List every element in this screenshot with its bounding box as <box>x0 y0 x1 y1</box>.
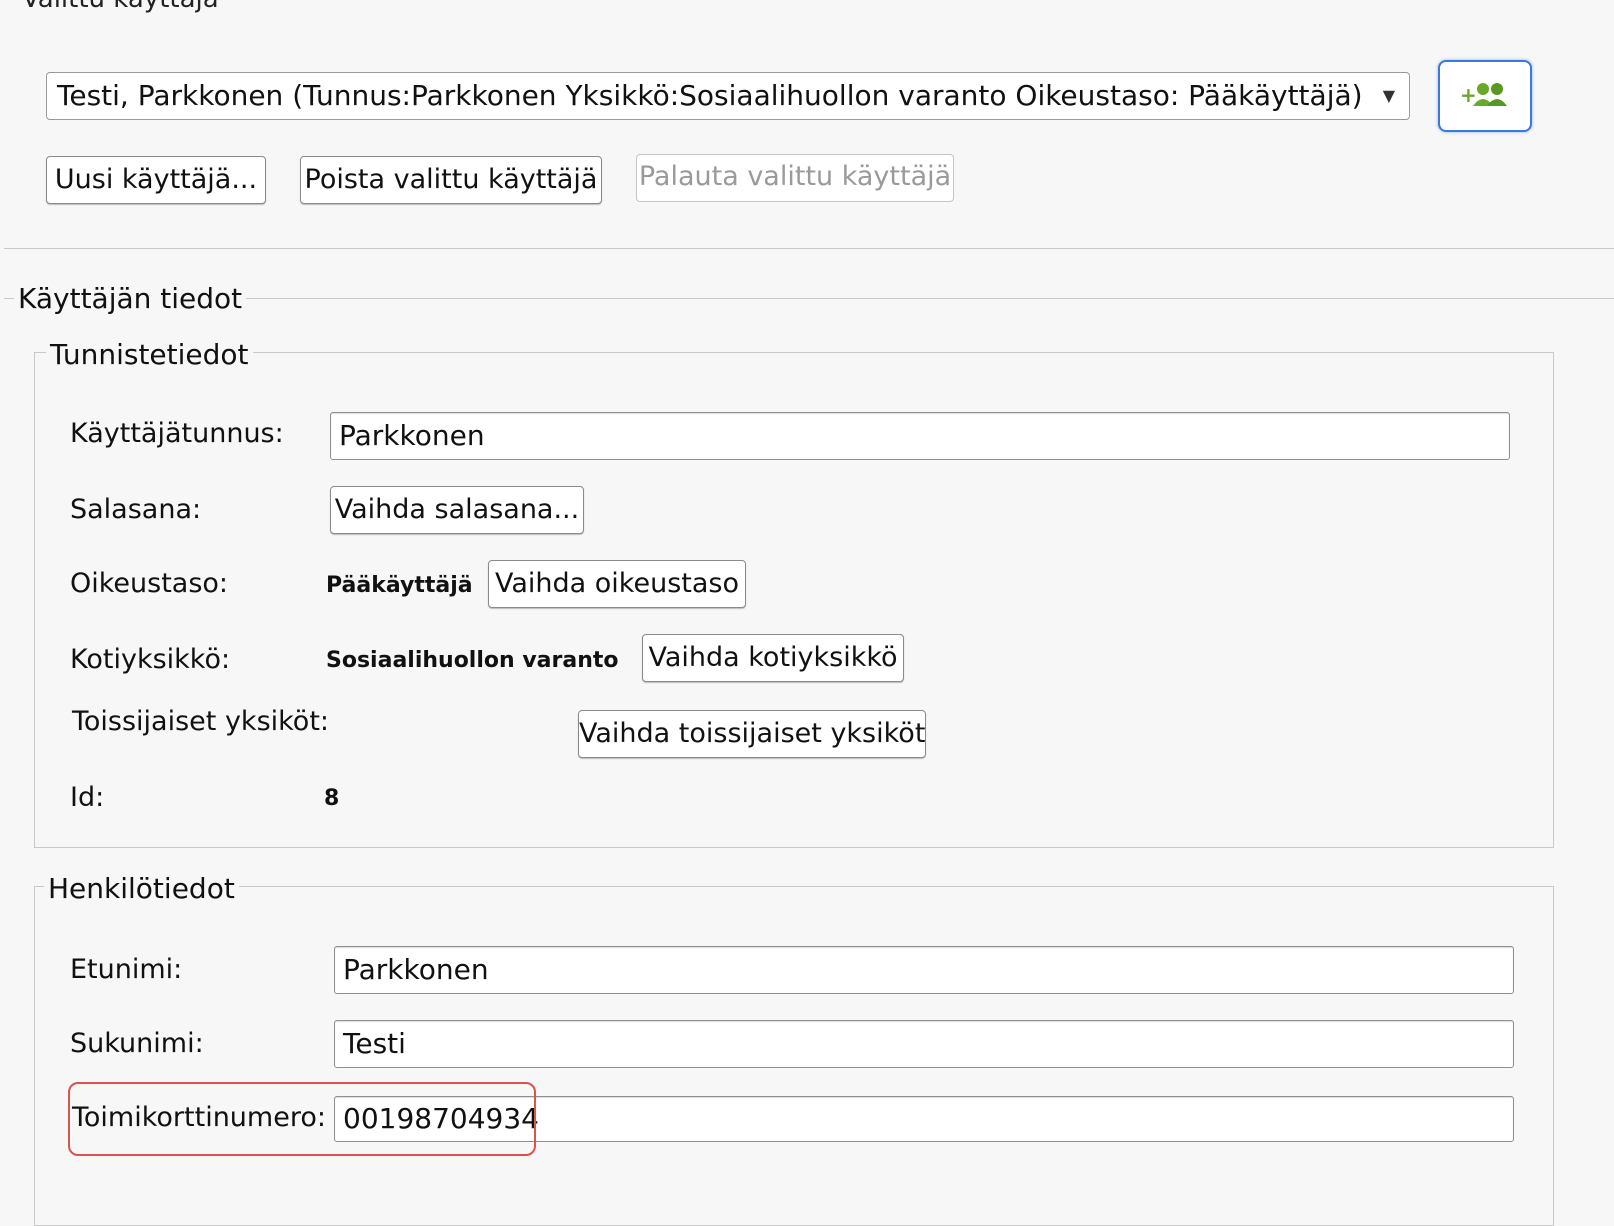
user-select[interactable]: Testi, Parkkonen (Tunnus:Parkkonen Yksik… <box>46 72 1410 120</box>
delete-user-button[interactable]: Poista valittu käyttäjä <box>300 156 602 204</box>
username-input[interactable]: Parkkonen <box>330 412 1510 460</box>
identity-legend: Tunnistetiedot <box>46 338 253 371</box>
user-info-legend: Käyttäjän tiedot <box>14 282 247 315</box>
first-name-label: Etunimi: <box>70 954 183 985</box>
personal-legend: Henkilötiedot <box>44 872 239 905</box>
add-user-button[interactable]: + <box>1438 60 1532 132</box>
last-name-input[interactable]: Testi <box>334 1020 1514 1068</box>
change-secondary-units-button[interactable]: Vaihda toissijaiset yksiköt <box>578 710 926 758</box>
access-level-value: Pääkäyttäjä <box>326 573 473 598</box>
home-unit-value: Sosiaalihuollon varanto <box>326 648 619 673</box>
svg-text:+: + <box>1460 83 1477 107</box>
restore-user-button[interactable]: Palauta valittu käyttäjä <box>636 154 954 202</box>
last-name-label: Sukunimi: <box>70 1028 204 1059</box>
chevron-down-icon[interactable]: ▼ <box>1383 73 1395 119</box>
access-level-label: Oikeustaso: <box>70 568 229 599</box>
id-label: Id: <box>70 782 105 813</box>
password-label: Salasana: <box>70 494 202 525</box>
secondary-units-label: Toissijaiset yksiköt: <box>72 706 330 737</box>
first-name-input[interactable]: Parkkonen <box>334 946 1514 994</box>
new-user-button[interactable]: Uusi käyttäjä... <box>46 156 266 204</box>
username-label: Käyttäjätunnus: <box>70 418 284 449</box>
id-value: 8 <box>324 786 340 811</box>
user-select-value: Testi, Parkkonen (Tunnus:Parkkonen Yksik… <box>57 79 1363 112</box>
change-access-level-button[interactable]: Vaihda oikeustaso <box>488 560 746 608</box>
change-password-button[interactable]: Vaihda salasana... <box>330 486 584 534</box>
separator <box>4 248 1614 249</box>
change-home-unit-button[interactable]: Vaihda kotiyksikkö <box>642 634 904 682</box>
selected-user-label: Valittu käyttäjä <box>22 0 219 14</box>
add-users-icon: + <box>1460 83 1507 107</box>
card-number-highlight <box>68 1082 536 1156</box>
home-unit-label: Kotiyksikkö: <box>70 644 231 675</box>
